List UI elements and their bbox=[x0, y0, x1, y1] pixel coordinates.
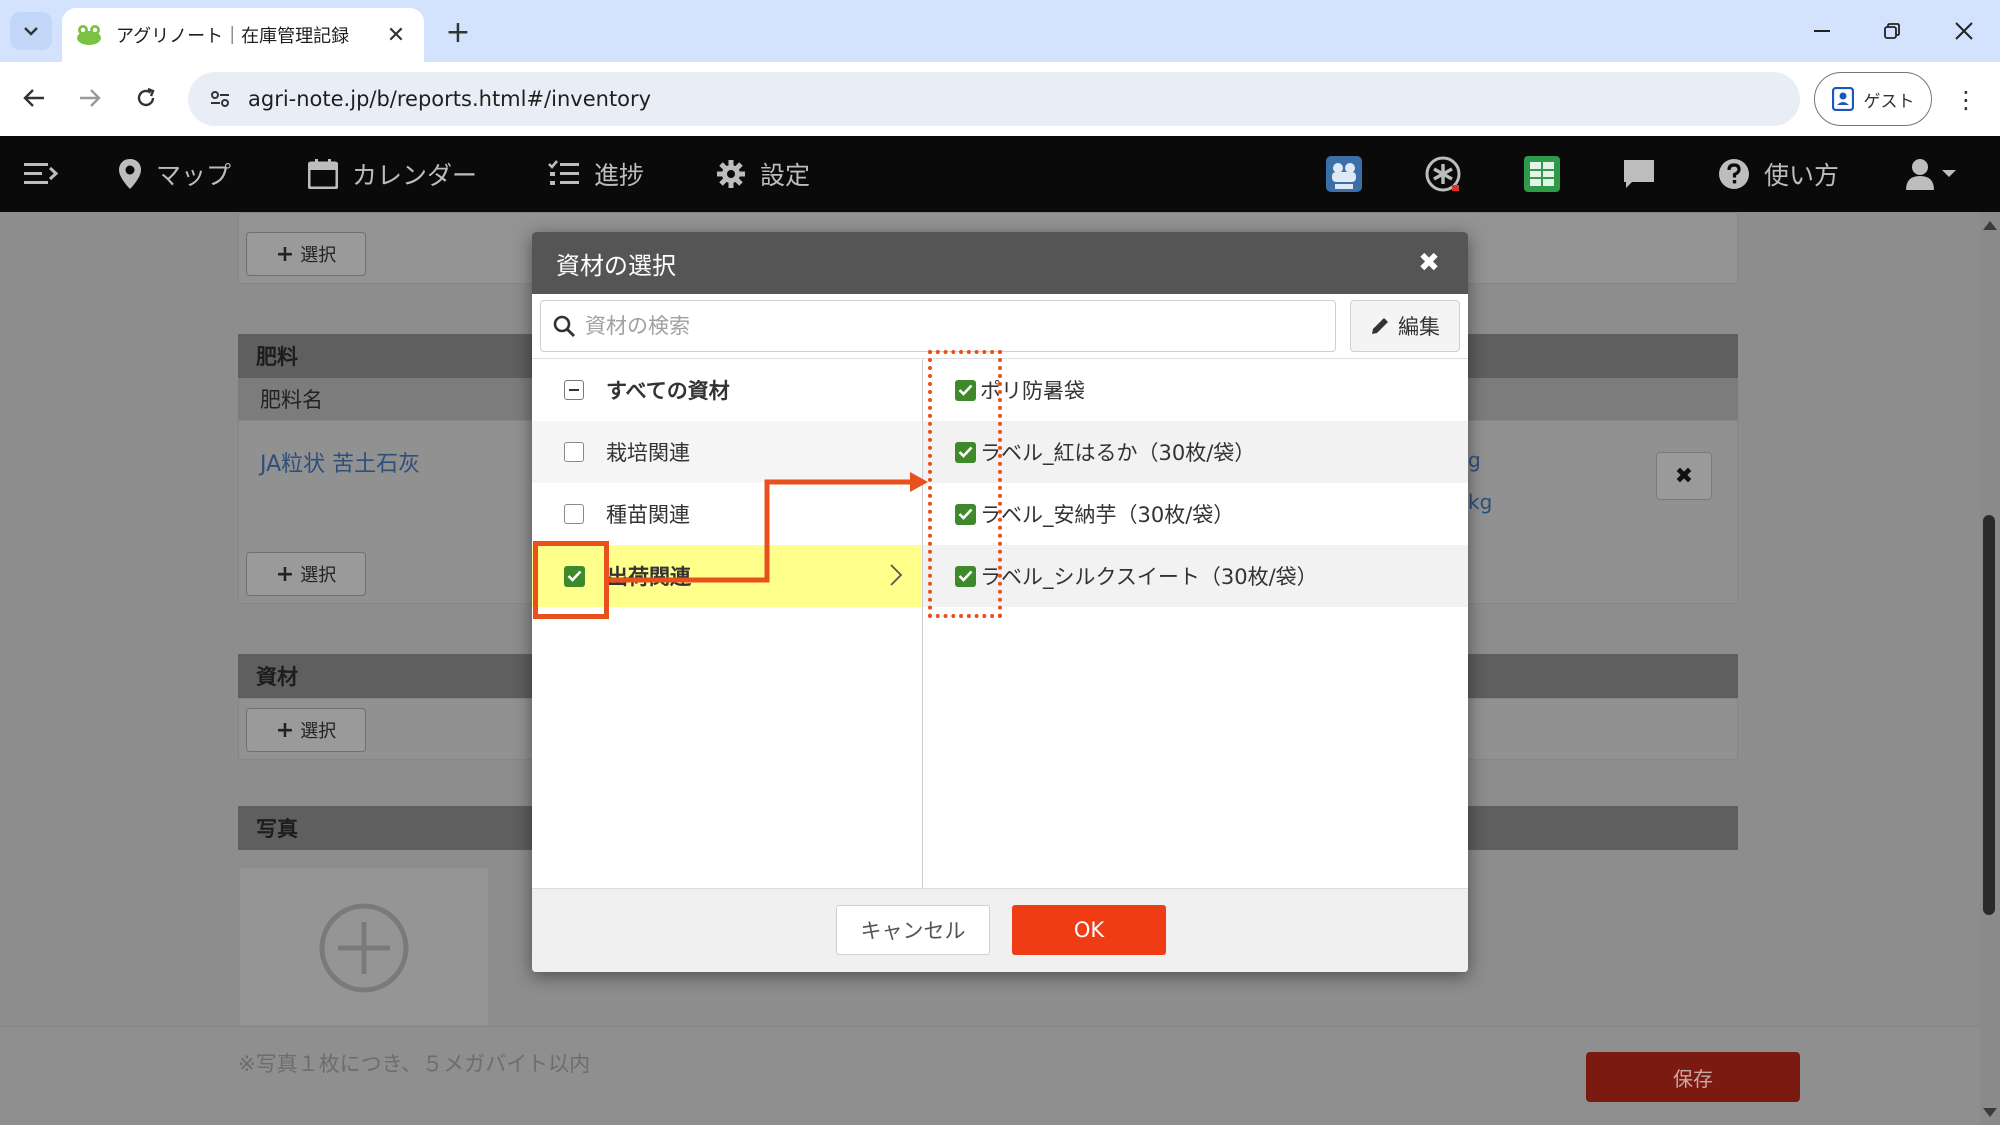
fertilizer-amount-unit-2: kg bbox=[1468, 490, 1493, 514]
nav-map[interactable]: マップ bbox=[118, 136, 231, 212]
category-label: すべての資材 bbox=[606, 379, 730, 403]
address-bar[interactable]: agri-note.jp/b/reports.html#/inventory bbox=[188, 72, 1800, 126]
nav-help-label: 使い方 bbox=[1764, 161, 1840, 190]
select-fertilizer-button[interactable]: + 選択 bbox=[246, 552, 366, 596]
user-icon bbox=[1906, 158, 1958, 190]
dialog-title: 資材の選択 bbox=[556, 251, 676, 280]
browser-tab[interactable]: アグリノート｜在庫管理記録 ✕ bbox=[62, 8, 424, 62]
browser-menu-icon[interactable]: ⋮ bbox=[1948, 82, 1984, 118]
help-circle-icon bbox=[1718, 158, 1750, 190]
partial-checkbox-icon[interactable] bbox=[564, 380, 584, 400]
add-photo-plus-icon bbox=[319, 903, 409, 993]
person-badge-icon bbox=[1831, 87, 1854, 111]
chevron-down-icon bbox=[24, 27, 38, 36]
asterisk-app-icon[interactable] bbox=[1424, 136, 1462, 212]
edit-label: 編集 bbox=[1398, 315, 1440, 339]
photo-size-note: ※写真１枚につき、５メガバイト以内 bbox=[238, 1052, 591, 1076]
fertilizer-item-link[interactable]: JA粒状 苦土石灰 bbox=[260, 446, 420, 478]
nav-map-label: マップ bbox=[156, 161, 232, 190]
plus-icon: + bbox=[275, 717, 295, 743]
frog-favicon-icon bbox=[77, 25, 101, 45]
close-window-icon[interactable] bbox=[1934, 12, 1994, 50]
gear-icon bbox=[716, 159, 746, 189]
dialog-footer: キャンセル OK bbox=[532, 888, 1468, 972]
site-info-icon[interactable] bbox=[202, 81, 238, 117]
fertilizer-amount-unit-1: g bbox=[1468, 448, 1481, 472]
dialog-header: 資材の選択 ✖ bbox=[532, 232, 1468, 294]
list-icon bbox=[548, 160, 580, 188]
nav-calendar[interactable]: カレンダー bbox=[308, 136, 477, 212]
nav-settings-label: 設定 bbox=[760, 161, 811, 190]
scroll-up-icon[interactable] bbox=[1982, 216, 1998, 235]
tab-search-button[interactable] bbox=[10, 12, 52, 50]
material-search-input[interactable] bbox=[585, 314, 1285, 338]
app-navbar: マップ カレンダー 進捗 設定 使い方 bbox=[0, 136, 2000, 212]
material-item[interactable]: ラベル_安納芋（30枚/袋） bbox=[923, 483, 1468, 545]
annotation-highlight-box bbox=[533, 541, 609, 619]
material-search-field[interactable] bbox=[540, 300, 1336, 352]
material-list: ポリ防暑袋 ラベル_紅はるか（30枚/袋） ラベル_安納芋（30枚/袋） ラベル… bbox=[922, 358, 1468, 888]
tab-title: アグリノート｜在庫管理記録 bbox=[116, 26, 350, 47]
calendar-icon bbox=[308, 159, 338, 189]
reload-icon[interactable] bbox=[126, 78, 166, 118]
category-label: 栽培関連 bbox=[606, 441, 690, 465]
select-label: 選択 bbox=[300, 721, 337, 742]
material-item[interactable]: ラベル_紅はるか（30枚/袋） bbox=[923, 421, 1468, 483]
profile-label: ゲスト bbox=[1863, 91, 1915, 112]
browser-tabstrip: アグリノート｜在庫管理記録 ✕ + bbox=[0, 0, 2000, 62]
cancel-button[interactable]: キャンセル bbox=[836, 905, 990, 955]
checkbox-icon[interactable] bbox=[564, 504, 584, 524]
user-menu[interactable] bbox=[1906, 136, 1958, 212]
page-scrollbar-thumb[interactable] bbox=[1983, 515, 1995, 915]
annotation-dotted-box bbox=[928, 350, 1002, 618]
back-arrow-icon[interactable] bbox=[14, 78, 54, 118]
nav-progress-label: 進捗 bbox=[594, 161, 645, 190]
forward-arrow-icon[interactable] bbox=[70, 78, 110, 118]
category-item-seedlings[interactable]: 種苗関連 bbox=[532, 483, 921, 545]
plus-icon: + bbox=[275, 241, 295, 267]
add-photo-area[interactable] bbox=[240, 868, 488, 1025]
category-label: 種苗関連 bbox=[606, 503, 690, 527]
chevron-right-icon bbox=[890, 564, 903, 586]
scroll-down-icon[interactable] bbox=[1982, 1104, 1998, 1123]
select-button[interactable]: + 選択 bbox=[246, 232, 366, 276]
restore-icon[interactable] bbox=[1862, 12, 1922, 50]
browser-toolbar: agri-note.jp/b/reports.html#/inventory ゲ… bbox=[0, 62, 2000, 136]
material-item[interactable]: ラベル_シルクスイート（30枚/袋） bbox=[923, 545, 1468, 607]
map-pin-icon bbox=[118, 158, 142, 190]
material-label: ラベル_安納芋（30枚/袋） bbox=[980, 503, 1235, 527]
material-label: ラベル_紅はるか（30枚/袋） bbox=[980, 441, 1256, 465]
sidebar-toggle-icon[interactable] bbox=[24, 136, 58, 212]
category-item-all[interactable]: すべての資材 bbox=[532, 359, 921, 421]
dialog-close-icon[interactable]: ✖ bbox=[1412, 246, 1446, 280]
tab-close-icon[interactable]: ✕ bbox=[382, 21, 410, 49]
edit-button[interactable]: 編集 bbox=[1350, 300, 1460, 352]
manager-app-icon[interactable] bbox=[1326, 136, 1362, 212]
ledger-app-icon[interactable] bbox=[1524, 136, 1560, 212]
select-label: 選択 bbox=[300, 245, 337, 266]
profile-button[interactable]: ゲスト bbox=[1814, 72, 1932, 126]
category-item-cultivation[interactable]: 栽培関連 bbox=[532, 421, 921, 483]
material-item[interactable]: ポリ防暑袋 bbox=[923, 359, 1468, 421]
nav-help[interactable]: 使い方 bbox=[1718, 136, 1839, 212]
ok-button[interactable]: OK bbox=[1012, 905, 1166, 955]
new-tab-icon[interactable]: + bbox=[440, 14, 476, 50]
material-label: ラベル_シルクスイート（30枚/袋） bbox=[980, 565, 1318, 589]
nav-calendar-label: カレンダー bbox=[352, 161, 478, 190]
plus-icon: + bbox=[275, 561, 295, 587]
select-label: 選択 bbox=[300, 565, 337, 586]
nav-progress[interactable]: 進捗 bbox=[548, 136, 644, 212]
select-materials-button[interactable]: + 選択 bbox=[246, 708, 366, 752]
remove-fertilizer-icon[interactable]: ✖ bbox=[1656, 452, 1712, 500]
chat-icon[interactable] bbox=[1622, 136, 1656, 212]
url-text: agri-note.jp/b/reports.html#/inventory bbox=[248, 87, 652, 111]
save-button[interactable]: 保存 bbox=[1586, 1052, 1800, 1102]
pencil-icon bbox=[1372, 318, 1388, 334]
category-list: すべての資材 栽培関連 種苗関連 出荷関連 bbox=[532, 358, 921, 888]
category-label: 出荷関連 bbox=[607, 565, 691, 589]
nav-settings[interactable]: 設定 bbox=[716, 136, 810, 212]
minimize-icon[interactable] bbox=[1792, 12, 1852, 50]
search-icon bbox=[553, 315, 575, 337]
checkbox-icon[interactable] bbox=[564, 442, 584, 462]
